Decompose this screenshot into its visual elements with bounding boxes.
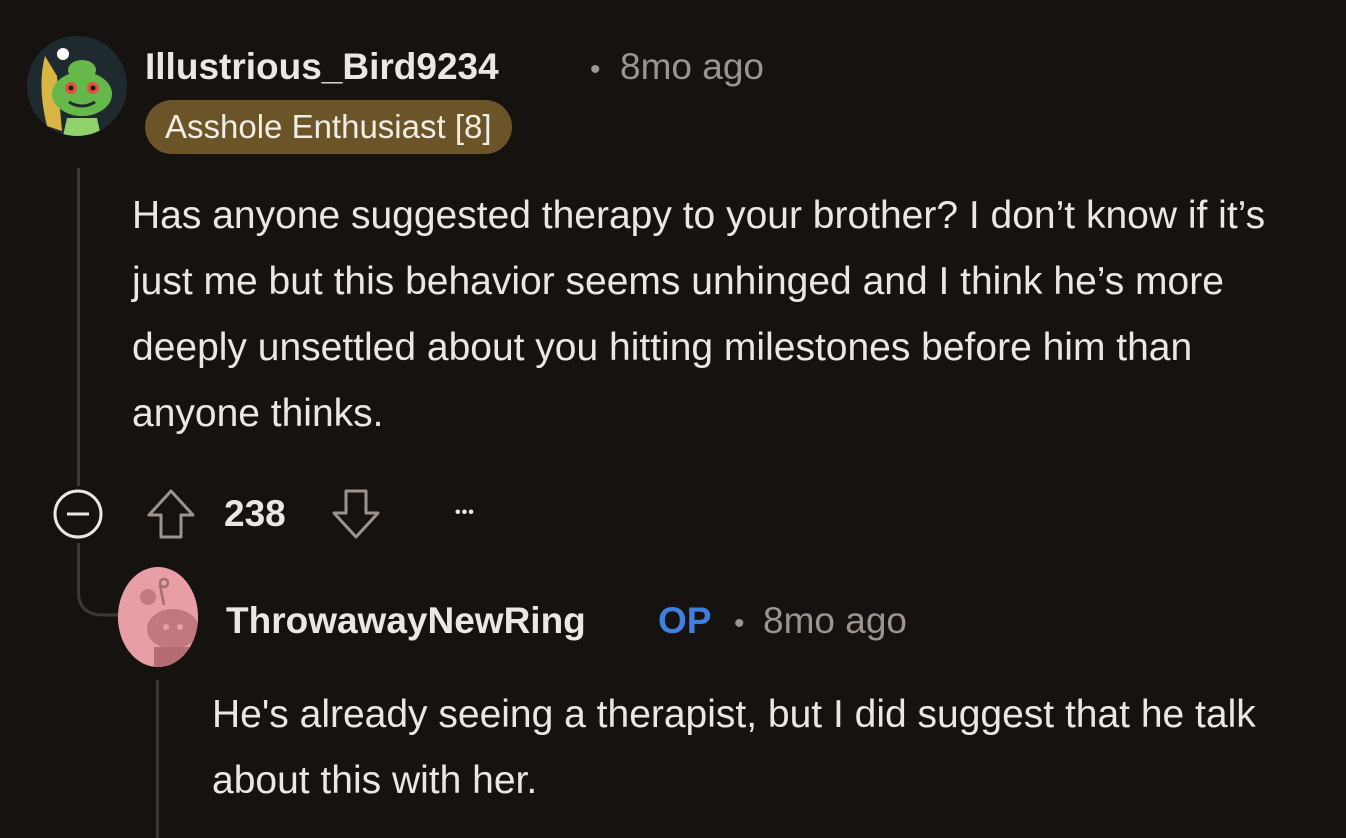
comment-timestamp[interactable]: 8mo ago xyxy=(620,46,764,88)
more-options-button[interactable]: ••• xyxy=(455,498,495,528)
downvote-arrow-icon xyxy=(332,489,380,539)
meta-separator: • xyxy=(590,53,601,86)
reply-avatar[interactable] xyxy=(118,567,198,667)
thread-line-reply[interactable] xyxy=(156,680,159,838)
snoo-avatar-green-icon xyxy=(27,36,127,136)
avatar[interactable] xyxy=(27,36,127,136)
reply-timestamp[interactable]: 8mo ago xyxy=(763,600,907,642)
downvote-button[interactable] xyxy=(330,487,382,541)
op-badge: OP xyxy=(658,600,712,641)
comment-body: Has anyone suggested therapy to your bro… xyxy=(132,194,1266,435)
snoo-avatar-pink-icon xyxy=(118,567,198,667)
comment-username[interactable]: Illustrious_Bird9234 xyxy=(145,46,499,88)
upvote-arrow-icon xyxy=(147,489,195,539)
reply-username[interactable]: ThrowawayNewRing xyxy=(226,600,586,642)
collapse-minus-icon xyxy=(53,489,103,539)
vote-count: 238 xyxy=(224,493,286,534)
thread-line-top[interactable] xyxy=(77,168,80,486)
thread-line-lower[interactable] xyxy=(77,543,80,585)
reply-body: He's already seeing a therapist, but I d… xyxy=(212,693,1256,802)
user-flair: Asshole Enthusiast [8] xyxy=(145,100,512,154)
collapse-button[interactable] xyxy=(52,488,104,540)
more-options-icon: ••• xyxy=(455,504,475,521)
upvote-button[interactable] xyxy=(145,487,197,541)
reply-meta-separator: • xyxy=(734,607,745,640)
